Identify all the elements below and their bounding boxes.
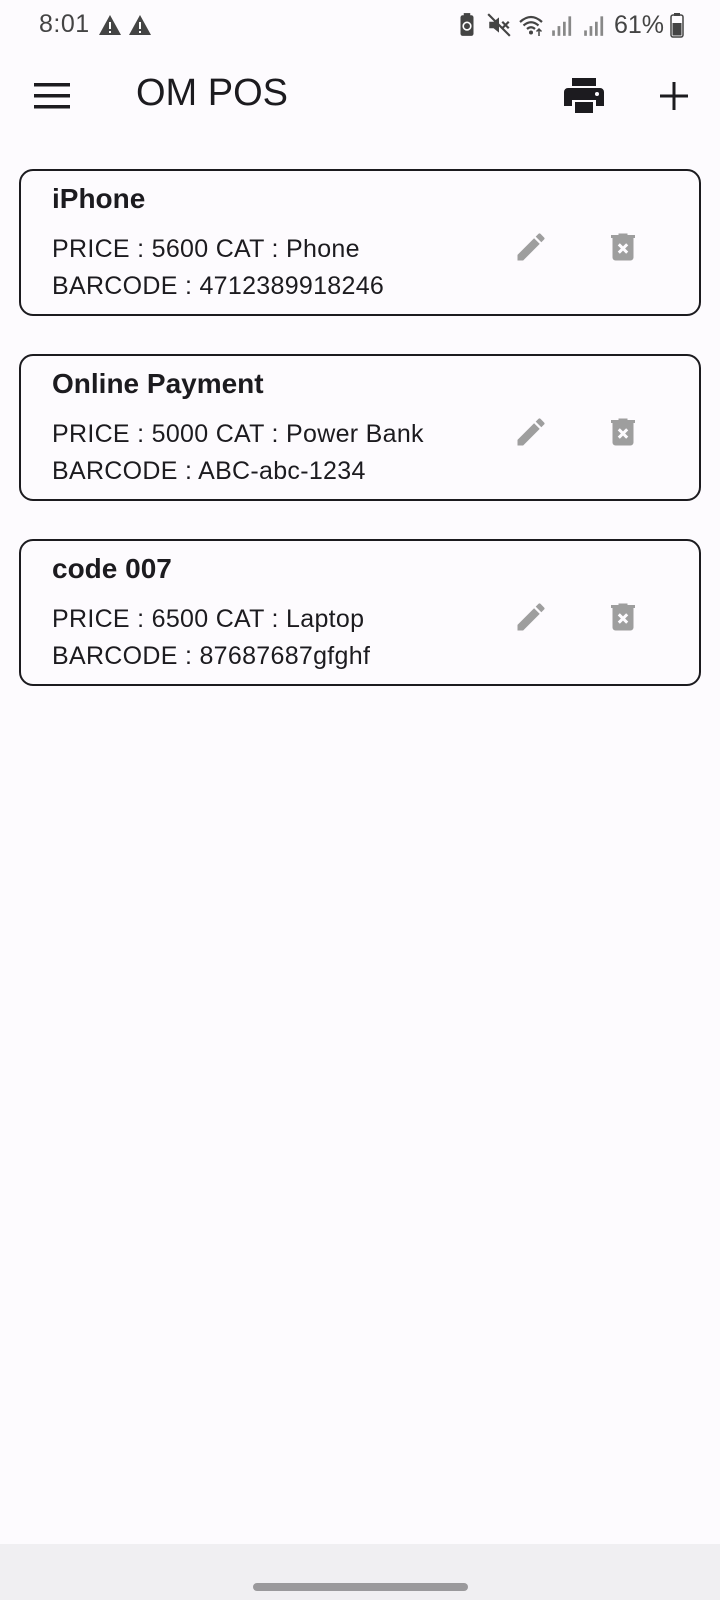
signal-icon xyxy=(552,16,572,36)
product-card[interactable]: code 007 PRICE : 6500 CAT : Laptop BARCO… xyxy=(19,539,701,686)
product-list: iPhone PRICE : 5600 CAT : Phone BARCODE … xyxy=(19,169,701,724)
delete-button[interactable] xyxy=(599,408,647,456)
product-name: code 007 xyxy=(52,553,172,584)
edit-icon xyxy=(517,233,545,261)
wifi-icon xyxy=(519,15,543,36)
add-button[interactable] xyxy=(646,68,702,124)
battery-percentage: 61% xyxy=(613,10,664,39)
status-time: 8:01 xyxy=(39,10,90,38)
home-gesture-handle[interactable] xyxy=(253,1583,468,1591)
signal-icon xyxy=(584,16,604,36)
edit-icon xyxy=(517,603,545,631)
battery-icon xyxy=(670,13,684,38)
product-price-category: PRICE : 5000 CAT : Power Bank xyxy=(52,420,424,448)
product-barcode: BARCODE : ABC-abc-1234 xyxy=(52,457,366,485)
edit-icon xyxy=(517,418,545,446)
delete-icon xyxy=(611,233,635,261)
product-card[interactable]: iPhone PRICE : 5600 CAT : Phone BARCODE … xyxy=(19,169,701,316)
alert-icon xyxy=(99,15,121,35)
edit-button[interactable] xyxy=(507,593,555,641)
delete-button[interactable] xyxy=(599,593,647,641)
product-card[interactable]: Online Payment PRICE : 5000 CAT : Power … xyxy=(19,354,701,501)
print-button[interactable] xyxy=(556,68,612,124)
product-price-category: PRICE : 6500 CAT : Laptop xyxy=(52,605,365,633)
mute-icon xyxy=(487,13,511,37)
delete-icon xyxy=(611,418,635,446)
menu-icon xyxy=(34,83,70,109)
delete-button[interactable] xyxy=(599,223,647,271)
delete-icon xyxy=(611,603,635,631)
product-name: Online Payment xyxy=(52,368,264,399)
navigation-bar xyxy=(0,1544,720,1600)
battery-saver-icon xyxy=(460,13,474,36)
alert-icon xyxy=(129,15,151,35)
page-title: OM POS xyxy=(136,72,289,114)
product-barcode: BARCODE : 4712389918246 xyxy=(52,272,385,300)
product-barcode: BARCODE : 87687687gfghf xyxy=(52,642,371,670)
edit-button[interactable] xyxy=(507,408,555,456)
add-icon xyxy=(660,82,688,110)
app-bar: OM POS xyxy=(0,52,720,142)
status-bar: 8:01 61% xyxy=(0,0,720,52)
product-price-category: PRICE : 5600 CAT : Phone xyxy=(52,235,360,263)
menu-button[interactable] xyxy=(24,68,80,124)
product-name: iPhone xyxy=(52,183,146,214)
print-icon xyxy=(564,78,604,113)
edit-button[interactable] xyxy=(507,223,555,271)
